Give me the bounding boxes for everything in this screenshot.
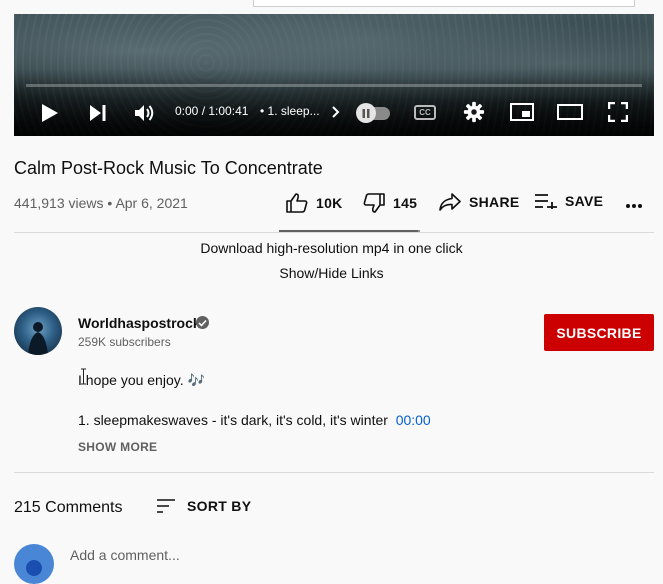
verified-badge	[196, 316, 209, 329]
volume-button[interactable]	[133, 101, 157, 125]
share-label: SHARE	[469, 194, 520, 210]
miniplayer-icon	[510, 103, 534, 121]
channel-avatar[interactable]	[14, 307, 62, 355]
video-meta: 441,913 views • Apr 6, 2021	[14, 195, 188, 211]
divider	[14, 232, 654, 233]
subscribe-button[interactable]: SUBSCRIBE	[544, 314, 654, 351]
cc-icon: CC	[419, 108, 431, 117]
sort-by-button[interactable]: SORT BY	[157, 498, 251, 514]
playlist-add-icon	[535, 194, 557, 209]
chapter-title-button[interactable]: • 1. sleep...	[260, 104, 320, 118]
video-player[interactable]: 0:00 / 1:00:41 • 1. sleep... CC	[14, 14, 654, 136]
chapter-chevron[interactable]	[330, 104, 342, 120]
track-timestamp[interactable]: 00:00	[396, 412, 431, 428]
like-button[interactable]: 10K	[286, 193, 343, 213]
next-icon	[90, 105, 106, 121]
show-more-button[interactable]: SHOW MORE	[78, 440, 157, 454]
autoplay-knob[interactable]	[356, 103, 376, 123]
show-hide-links[interactable]: Show/Hide Links	[0, 265, 663, 281]
save-button[interactable]: SAVE	[535, 193, 603, 209]
description-text: I hope you enjoy.	[78, 372, 188, 388]
next-button[interactable]	[86, 101, 110, 125]
like-count: 10K	[316, 195, 343, 211]
comments-count: 215 Comments	[14, 499, 123, 516]
pause-icon	[362, 108, 370, 118]
dislike-button[interactable]: 145	[363, 193, 417, 213]
download-link[interactable]: Download high-resolution mp4 in one clic…	[0, 240, 663, 256]
chapter-title: • 1. sleep...	[260, 104, 320, 118]
progress-bar[interactable]	[26, 84, 642, 87]
meta-separator: •	[103, 195, 116, 211]
time-display: 0:00 / 1:00:41	[175, 104, 248, 118]
sort-label: SORT BY	[187, 498, 252, 514]
chevron-right-icon	[332, 106, 340, 118]
thumbs-up-icon	[286, 193, 308, 213]
thumbs-down-icon	[363, 193, 385, 213]
divider	[14, 472, 654, 473]
dislike-count: 145	[393, 195, 418, 211]
save-label: SAVE	[565, 193, 604, 209]
fullscreen-button[interactable]	[606, 100, 630, 124]
user-avatar-figure	[26, 560, 42, 576]
miniplayer-button[interactable]	[509, 100, 535, 124]
settings-button[interactable]	[462, 100, 486, 124]
description-line: I hope you enjoy. 🎶	[78, 372, 205, 389]
theater-icon	[557, 104, 583, 120]
channel-name[interactable]: Worldhaspostrock	[78, 315, 201, 331]
time-current: 0:00	[175, 104, 199, 118]
more-actions-button[interactable]	[622, 196, 646, 216]
channel-avatar-figure	[28, 322, 48, 355]
time-total: 1:00:41	[208, 104, 249, 118]
tracklist-item: 1. sleepmakeswaves - it's dark, it's col…	[78, 412, 431, 428]
gear-icon	[463, 101, 485, 123]
volume-icon	[135, 105, 154, 121]
time-separator: /	[198, 104, 209, 118]
checkmark-icon	[198, 319, 207, 327]
captions-button[interactable]: CC	[414, 105, 436, 120]
play-button[interactable]	[38, 101, 62, 125]
add-comment-input[interactable]: Add a comment...	[70, 547, 654, 563]
music-note-emoji: 🎶	[187, 372, 205, 388]
share-button[interactable]: SHARE	[439, 193, 520, 211]
track-title: 1. sleepmakeswaves - it's dark, it's col…	[78, 412, 388, 428]
theater-mode-button[interactable]	[556, 100, 584, 124]
play-icon	[42, 104, 58, 122]
fullscreen-icon	[608, 102, 628, 122]
sort-icon	[157, 499, 175, 513]
user-avatar[interactable]	[14, 544, 54, 584]
subscriber-count: 259K subscribers	[78, 335, 171, 349]
text-cursor-icon	[81, 368, 86, 385]
browser-address-field[interactable]	[253, 0, 635, 7]
video-title: Calm Post-Rock Music To Concentrate	[14, 158, 323, 178]
view-count: 441,913 views	[14, 195, 104, 211]
upload-date: Apr 6, 2021	[115, 195, 188, 211]
more-vert-icon	[626, 204, 642, 208]
share-icon	[439, 193, 461, 211]
